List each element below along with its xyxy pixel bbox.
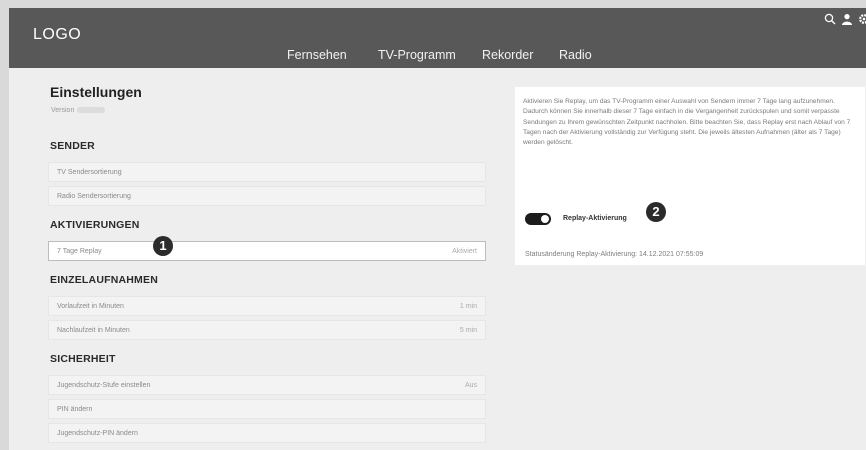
row-radio-sendersortierung[interactable]: Radio Sendersortierung <box>48 186 486 206</box>
gear-icon[interactable] <box>858 13 866 25</box>
row-label: Jugendschutz-Stufe einstellen <box>57 382 151 389</box>
version-info: Version <box>51 107 106 114</box>
row-value: 1 min <box>459 303 477 310</box>
version-redacted <box>77 107 106 114</box>
row-label: 7 Tage Replay <box>57 248 102 255</box>
user-icon[interactable] <box>841 13 853 25</box>
main-nav: Fernsehen TV-Programm Rekorder Radio <box>9 48 866 66</box>
nav-radio[interactable]: Radio <box>559 48 592 62</box>
replay-toggle-label: Replay-Aktivierung <box>563 215 627 222</box>
row-label: Vorlaufzeit in Minuten <box>57 303 124 310</box>
row-label: Jugendschutz-PIN ändern <box>57 430 138 437</box>
version-label: Version <box>51 107 75 114</box>
top-header: LOGO Fernsehen TV-Programm Rekorder Radi… <box>9 8 866 68</box>
row-pin-aendern[interactable]: PIN ändern <box>48 399 486 419</box>
toggle-knob <box>541 215 549 223</box>
replay-info-card: Aktivieren Sie Replay, um das TV-Program… <box>515 87 865 265</box>
nav-rekorder[interactable]: Rekorder <box>482 48 533 62</box>
nav-fernsehen[interactable]: Fernsehen <box>287 48 347 62</box>
row-value: Aktiviert <box>452 248 477 255</box>
logo[interactable]: LOGO <box>33 26 81 44</box>
replay-status: Statusänderung Replay-Aktivierung: 14.12… <box>525 251 704 258</box>
callout-badge-1: 1 <box>153 236 173 256</box>
row-label: PIN ändern <box>57 406 93 413</box>
row-7-tage-replay[interactable]: 7 Tage Replay Aktiviert <box>48 241 486 261</box>
row-jugendschutz-stufe[interactable]: Jugendschutz-Stufe einstellen Aus <box>48 375 486 395</box>
section-sicherheit: SICHERHEIT <box>50 353 116 365</box>
row-label: TV Sendersortierung <box>57 169 122 176</box>
header-icons <box>824 13 866 25</box>
section-einzelaufnahmen: EINZELAUFNAHMEN <box>50 274 158 286</box>
section-sender: SENDER <box>50 140 95 152</box>
replay-toggle[interactable] <box>525 213 551 225</box>
page-title: Einstellungen <box>50 84 142 100</box>
row-value: Aus <box>464 382 477 389</box>
nav-tv-programm[interactable]: TV-Programm <box>378 48 456 62</box>
row-vorlaufzeit[interactable]: Vorlaufzeit in Minuten 1 min <box>48 296 486 316</box>
row-tv-sendersortierung[interactable]: TV Sendersortierung <box>48 162 486 182</box>
row-nachlaufzeit[interactable]: Nachlaufzeit in Minuten 5 min <box>48 320 486 340</box>
row-jugendschutz-pin[interactable]: Jugendschutz-PIN ändern <box>48 423 486 443</box>
section-aktivierungen: AKTIVIERUNGEN <box>50 219 140 231</box>
callout-badge-2: 2 <box>646 202 666 222</box>
search-icon[interactable] <box>824 13 836 25</box>
replay-description: Aktivieren Sie Replay, um das TV-Program… <box>523 98 851 147</box>
row-value: 5 min <box>459 327 477 334</box>
row-label: Radio Sendersortierung <box>57 193 131 200</box>
row-label: Nachlaufzeit in Minuten <box>57 327 130 334</box>
app-frame: LOGO Fernsehen TV-Programm Rekorder Radi… <box>9 8 866 450</box>
